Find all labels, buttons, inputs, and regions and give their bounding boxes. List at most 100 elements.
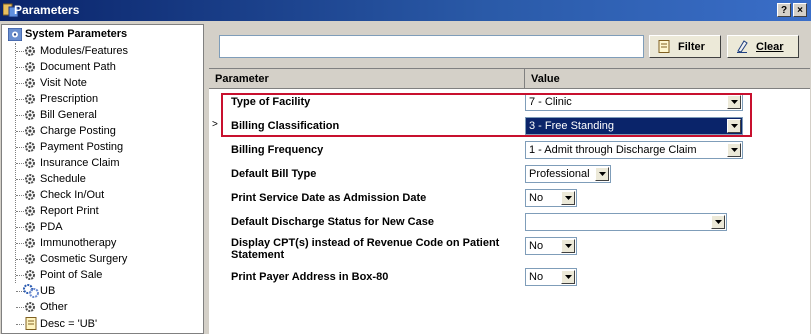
tree-item-label: Check In/Out [40,189,105,201]
help-button[interactable]: ? [777,3,791,17]
filter-button-label: Filter [678,41,705,53]
chevron-down-icon[interactable] [561,270,575,284]
tree-item-prescription[interactable]: Prescription [16,91,201,107]
tree-item-charge-posting[interactable]: Charge Posting [16,123,201,139]
tree-item-label: Prescription [40,93,99,105]
gear-icon [25,62,35,72]
dropdown-value: 1 - Admit through Discharge Claim [529,144,697,156]
parameter-tree: System Parameters Modules/Features Docum… [1,24,204,334]
value-dropdown[interactable]: No [525,268,577,286]
tree-item-payment-posting[interactable]: Payment Posting [16,139,201,155]
tree-item-filter-desc[interactable]: Desc = 'UB' [16,316,201,332]
tree-item-ub[interactable]: UB [16,283,201,299]
parameter-name: Billing Frequency [231,144,324,156]
document-icon [25,317,37,330]
value-dropdown[interactable]: Professional [525,165,611,183]
gear-icon [25,270,35,280]
gear-icon [25,126,35,136]
tree-item-report-print[interactable]: Report Print [16,203,201,219]
tree-item-label: Visit Note [40,77,87,89]
gears-selected-icon [23,284,39,298]
tree-item-label: Schedule [40,173,86,185]
tree-item-cosmetic-surgery[interactable]: Cosmetic Surgery [16,251,201,267]
parameter-name: Display CPT(s) instead of Revenue Code o… [231,237,500,261]
tree-item-other[interactable]: Other [16,299,201,315]
filter-icon [658,40,670,53]
tree-item-label: Report Print [40,205,99,217]
chevron-down-icon[interactable] [711,215,725,229]
parameter-name: Print Payer Address in Box-80 [231,271,389,283]
gear-icon [25,222,35,232]
tree-item-label: Document Path [40,61,116,73]
gear-icon [25,94,35,104]
value-dropdown[interactable]: No [525,189,577,207]
tree-item-schedule[interactable]: Schedule [16,171,201,187]
dropdown-value: No [529,192,544,204]
tree-item-visit-note[interactable]: Visit Note [16,75,201,91]
highlight-annotation-box [221,93,752,137]
gear-icon [25,142,35,152]
tree-item-label: PDA [40,221,63,233]
tree-item-immunotherapy[interactable]: Immunotherapy [16,235,201,251]
dropdown-value: No [529,240,544,252]
table-row[interactable]: Billing Frequency 1 - Admit through Disc… [209,138,810,162]
chevron-down-icon[interactable] [595,167,609,181]
dropdown-value: Professional [529,168,590,180]
parameter-name: Default Discharge Status for New Case [231,216,434,228]
gear-icon [25,238,35,248]
tree-item-bill-general[interactable]: Bill General [16,107,201,123]
window-title: Parameters [14,3,80,17]
filter-input[interactable] [219,35,644,58]
tree-item-document-path[interactable]: Document Path [16,59,201,75]
clear-button-label: Clear [756,41,784,53]
value-dropdown[interactable]: 1 - Admit through Discharge Claim [525,141,743,159]
column-header-parameter[interactable]: Parameter [209,69,525,89]
gear-icon [25,254,35,264]
tree-item-label: Desc = 'UB' [40,318,98,330]
tree-item-insurance-claim[interactable]: Insurance Claim [16,155,201,171]
chevron-down-icon[interactable] [561,191,575,205]
table-row[interactable]: Default Discharge Status for New Case [209,210,810,234]
gear-icon [25,174,35,184]
parameters-panel: Filter Clear Parameter Value Type of Fac… [209,24,810,334]
parameter-name: Default Bill Type [231,168,317,180]
gear-icon [25,46,35,56]
tree-item-label: Payment Posting [40,141,124,153]
current-row-indicator: > [212,119,218,130]
table-row[interactable]: Display CPT(s) instead of Revenue Code o… [209,234,810,264]
value-dropdown[interactable] [525,213,727,231]
tree-item-label: Insurance Claim [40,157,120,169]
value-dropdown[interactable]: No [525,237,577,255]
tree-item-label: Charge Posting [40,125,116,137]
tree-item-label: Immunotherapy [40,237,117,249]
grid-header: Parameter Value [209,69,810,89]
tree-root-label: System Parameters [25,28,128,40]
table-row[interactable]: Print Service Date as Admission Date No [209,186,810,210]
gear-icon [25,158,35,168]
gear-icon [25,78,35,88]
tree-item-label: Cosmetic Surgery [40,253,128,265]
tree-item-label: Modules/Features [40,45,129,57]
table-row[interactable]: Print Payer Address in Box-80 No [209,265,810,289]
tree-item-label: Point of Sale [40,269,103,281]
tree-item-label: Bill General [40,109,97,121]
title-bar: Parameters ? × [0,0,811,21]
table-row[interactable]: Default Bill Type Professional [209,162,810,186]
eraser-icon [737,40,748,53]
tree-item-label: Other [40,301,68,313]
tree-item-pda[interactable]: PDA [16,219,201,235]
tree-item-modules-features[interactable]: Modules/Features [16,43,201,59]
gear-icon [25,110,35,120]
clear-button[interactable]: Clear [727,35,799,58]
tree-item-point-of-sale[interactable]: Point of Sale [16,267,201,283]
parameter-name: Print Service Date as Admission Date [231,192,427,204]
chevron-down-icon[interactable] [561,239,575,253]
system-parameters-icon [8,28,22,41]
tree-item-label: UB [40,285,56,297]
tree-item-check-in-out[interactable]: Check In/Out [16,187,201,203]
gear-icon [25,206,35,216]
chevron-down-icon[interactable] [727,143,741,157]
column-header-value[interactable]: Value [525,69,810,89]
close-button[interactable]: × [793,3,807,17]
filter-button[interactable]: Filter [649,35,721,58]
